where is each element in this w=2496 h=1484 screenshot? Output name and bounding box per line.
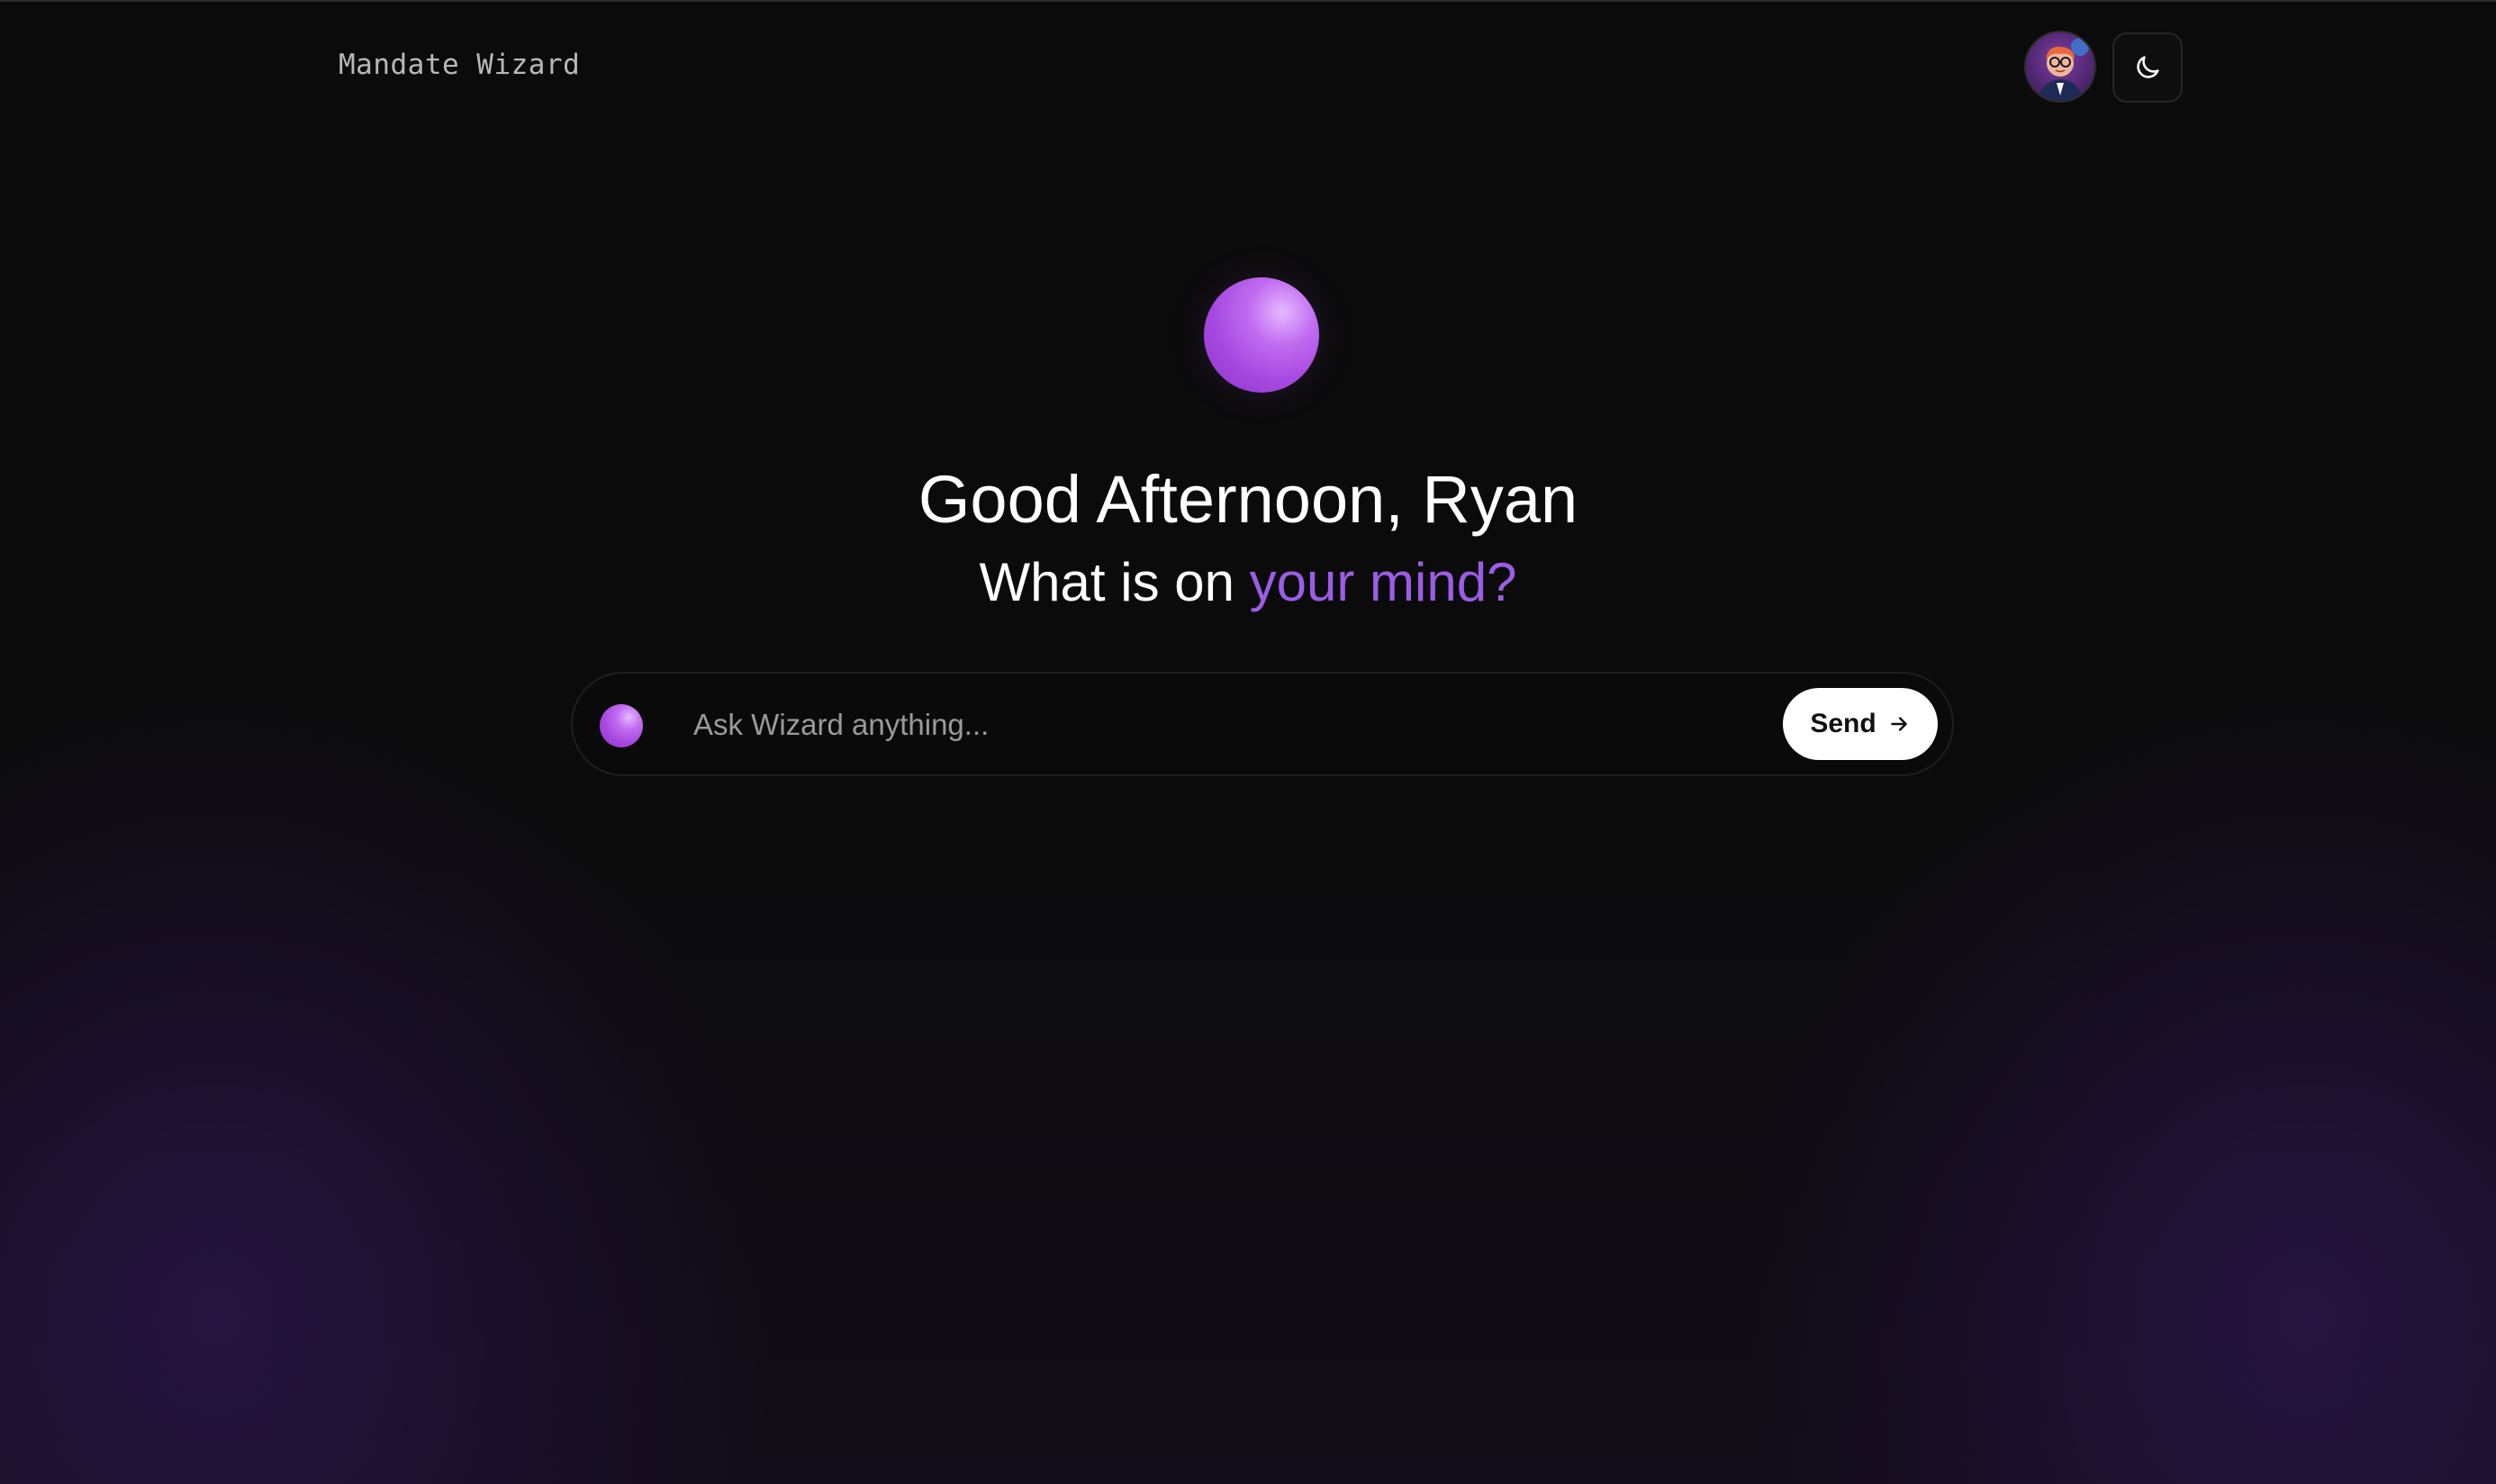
moon-icon xyxy=(2137,56,2159,78)
avatar-illustration-icon xyxy=(2026,32,2094,101)
greeting-subheading: What is on your mind? xyxy=(0,549,2496,616)
greeting-heading: Good Afternoon, Ryan xyxy=(918,462,1578,537)
subline-prefix: What is on xyxy=(979,552,1250,612)
send-button-label: Send xyxy=(1810,709,1877,738)
user-avatar[interactable] xyxy=(2024,31,2096,103)
ask-wizard-input[interactable] xyxy=(693,695,1432,755)
send-button[interactable]: Send xyxy=(1783,688,1938,760)
theme-toggle-button[interactable] xyxy=(2112,32,2183,103)
ask-wizard-bar: Send xyxy=(571,672,1954,776)
brand-name[interactable]: Mandate Wizard xyxy=(339,49,580,81)
subline-accent: your mind? xyxy=(1249,552,1517,612)
app-page: Mandate Wizard Good Afternoon, Ryan What… xyxy=(0,0,2496,1484)
wizard-orb-small-icon xyxy=(600,704,643,747)
arrow-right-icon xyxy=(1890,717,1907,731)
wizard-orb-icon xyxy=(1204,277,1319,393)
